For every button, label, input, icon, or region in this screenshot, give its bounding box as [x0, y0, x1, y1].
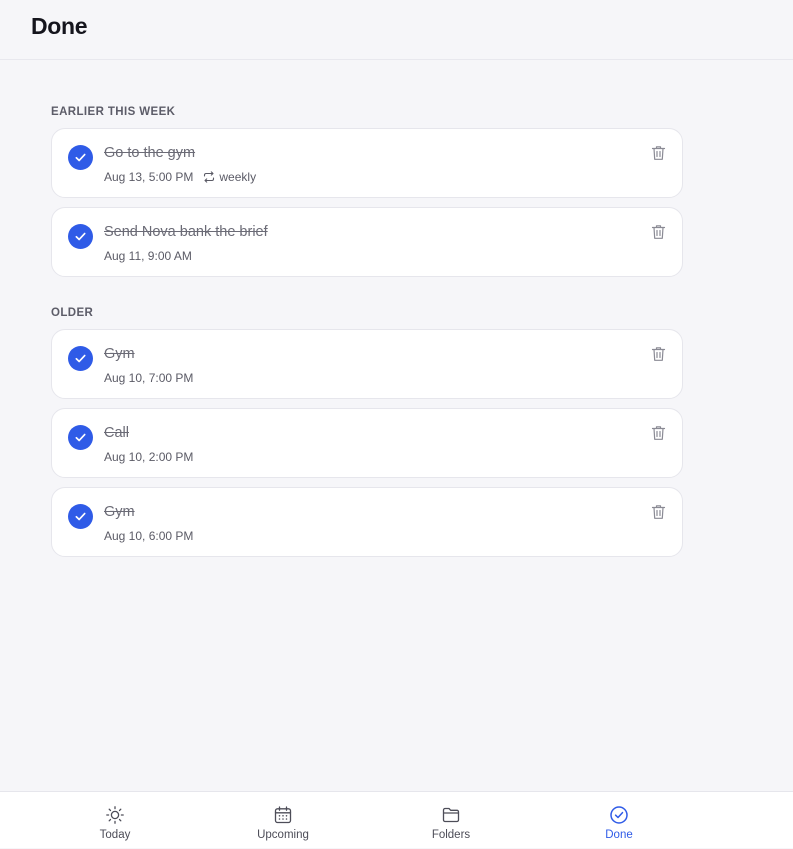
check-circle-icon	[608, 804, 630, 826]
repeat-label: weekly	[219, 170, 257, 184]
task-time: Aug 10, 2:00 PM	[104, 450, 194, 464]
trash-icon	[651, 425, 665, 440]
completed-checkbox[interactable]	[68, 224, 93, 249]
tab-upcoming[interactable]: Upcoming	[223, 792, 343, 849]
task-card[interactable]: Go to the gym Aug 13, 5:00 PM weekly	[51, 128, 683, 198]
task-card[interactable]: Call Aug 10, 2:00 PM	[51, 408, 683, 478]
task-title: Go to the gym	[104, 145, 196, 161]
task-meta: Aug 10, 2:00 PM	[104, 450, 193, 464]
repeat-badge: weekly	[203, 170, 256, 184]
task-title: Gym	[104, 346, 135, 362]
tab-folders[interactable]: Folders	[391, 792, 511, 849]
task-time: Aug 10, 6:00 PM	[104, 529, 194, 543]
tab-label: Folders	[431, 829, 471, 841]
check-icon	[75, 153, 86, 162]
tab-label: Done	[605, 829, 633, 841]
check-icon	[75, 433, 86, 442]
delete-button[interactable]	[650, 144, 666, 161]
calendar-icon	[272, 804, 294, 826]
folder-icon	[440, 804, 462, 826]
delete-button[interactable]	[650, 424, 666, 441]
completed-checkbox[interactable]	[68, 145, 93, 170]
task-meta: Aug 11, 9:00 AM	[104, 249, 192, 263]
task-time: Aug 13, 5:00 PM	[104, 170, 194, 184]
task-title: Send Nova bank the brief	[104, 224, 268, 240]
section-label-earlier-this-week: EARLIER THIS WEEK	[51, 106, 176, 118]
task-meta: Aug 10, 6:00 PM	[104, 529, 193, 543]
section-label-older: OLDER	[51, 307, 94, 319]
task-meta: Aug 10, 7:00 PM	[104, 371, 193, 385]
completed-checkbox[interactable]	[68, 425, 93, 450]
page-title: Done	[31, 13, 88, 39]
check-icon	[75, 232, 86, 241]
task-title: Call	[104, 425, 129, 441]
task-card[interactable]: Gym Aug 10, 6:00 PM	[51, 487, 683, 557]
repeat-icon	[204, 171, 215, 183]
tab-label: Today	[99, 829, 131, 841]
task-card[interactable]: Send Nova bank the brief Aug 11, 9:00 AM	[51, 207, 683, 277]
check-icon	[75, 354, 86, 363]
task-time: Aug 11, 9:00 AM	[104, 249, 192, 263]
task-meta: Aug 13, 5:00 PM weekly	[104, 170, 256, 184]
delete-button[interactable]	[650, 345, 666, 362]
app-header: Done	[0, 0, 793, 60]
bottom-tab-bar: Today Upcoming Folders Done	[0, 791, 793, 848]
tab-label: Upcoming	[257, 829, 309, 841]
completed-checkbox[interactable]	[68, 346, 93, 371]
trash-icon	[651, 504, 665, 519]
trash-icon	[651, 346, 665, 361]
task-card[interactable]: Gym Aug 10, 7:00 PM	[51, 329, 683, 399]
trash-icon	[651, 224, 665, 239]
sun-icon	[104, 804, 126, 826]
delete-button[interactable]	[650, 503, 666, 520]
delete-button[interactable]	[650, 223, 666, 240]
tab-done[interactable]: Done	[559, 792, 679, 849]
task-time: Aug 10, 7:00 PM	[104, 371, 194, 385]
completed-checkbox[interactable]	[68, 504, 93, 529]
task-title: Gym	[104, 504, 135, 520]
check-icon	[75, 512, 86, 521]
trash-icon	[651, 145, 665, 160]
tab-today[interactable]: Today	[55, 792, 175, 849]
